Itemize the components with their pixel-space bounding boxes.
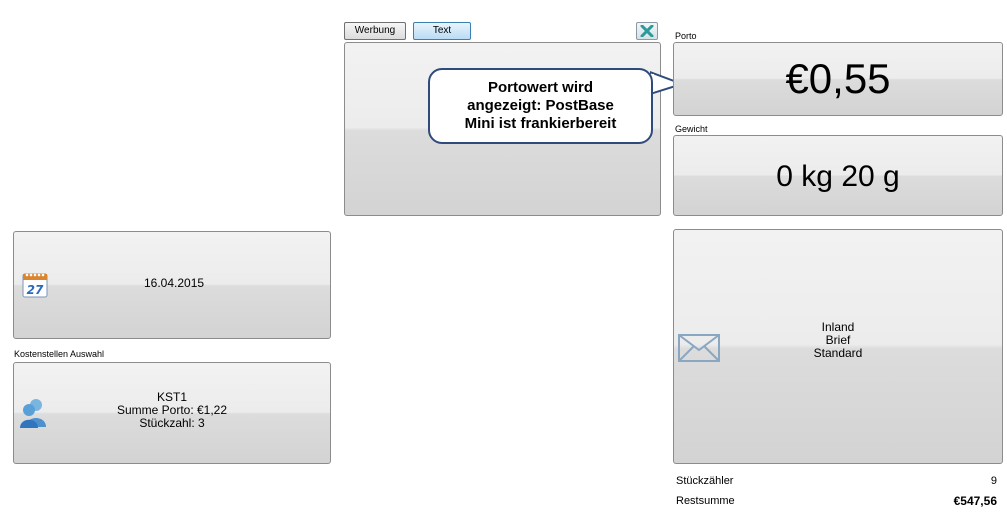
produkt-button[interactable]: Inland Brief Standard: [673, 229, 1003, 464]
porto-display[interactable]: €0,55: [673, 42, 1003, 116]
tab-text[interactable]: Text: [413, 22, 471, 40]
callout-line: Portowert wird: [487, 79, 593, 96]
stueckzaehler-value: 9: [990, 475, 997, 487]
kst-stueckzahl: Stückzahl: 3: [139, 416, 205, 430]
close-button[interactable]: [636, 22, 658, 40]
callout-bubble: Portowert wird angezeigt: PostBase Mini …: [428, 68, 653, 144]
porto-value: €0,55: [785, 55, 891, 102]
gewicht-label: Gewicht: [675, 124, 708, 134]
restsumme-label: Restsumme: [676, 495, 735, 507]
kostenstellen-label: Kostenstellen Auswahl: [14, 349, 105, 359]
close-x-icon: [640, 25, 654, 37]
gewicht-display[interactable]: 0 kg 20 g: [673, 135, 1003, 216]
stueckzaehler-label: Stückzähler: [676, 475, 734, 487]
porto-label: Porto: [675, 31, 697, 41]
date-button[interactable]: 27 16.04.2015: [13, 231, 331, 339]
svg-text:27: 27: [27, 283, 44, 297]
restsumme-value: €547,56: [953, 494, 997, 508]
tab-werbung[interactable]: Werbung: [344, 22, 406, 40]
calendar-icon: 27: [22, 273, 48, 298]
date-value: 16.04.2015: [144, 276, 205, 290]
callout-line: Mini ist frankierbereit: [464, 115, 617, 132]
kostenstellen-button[interactable]: KST1 Summe Porto: €1,22 Stückzahl: 3: [13, 362, 331, 464]
callout-line: angezeigt: PostBase: [467, 97, 614, 114]
gewicht-value: 0 kg 20 g: [776, 160, 900, 193]
produkt-line: Standard: [813, 346, 863, 360]
